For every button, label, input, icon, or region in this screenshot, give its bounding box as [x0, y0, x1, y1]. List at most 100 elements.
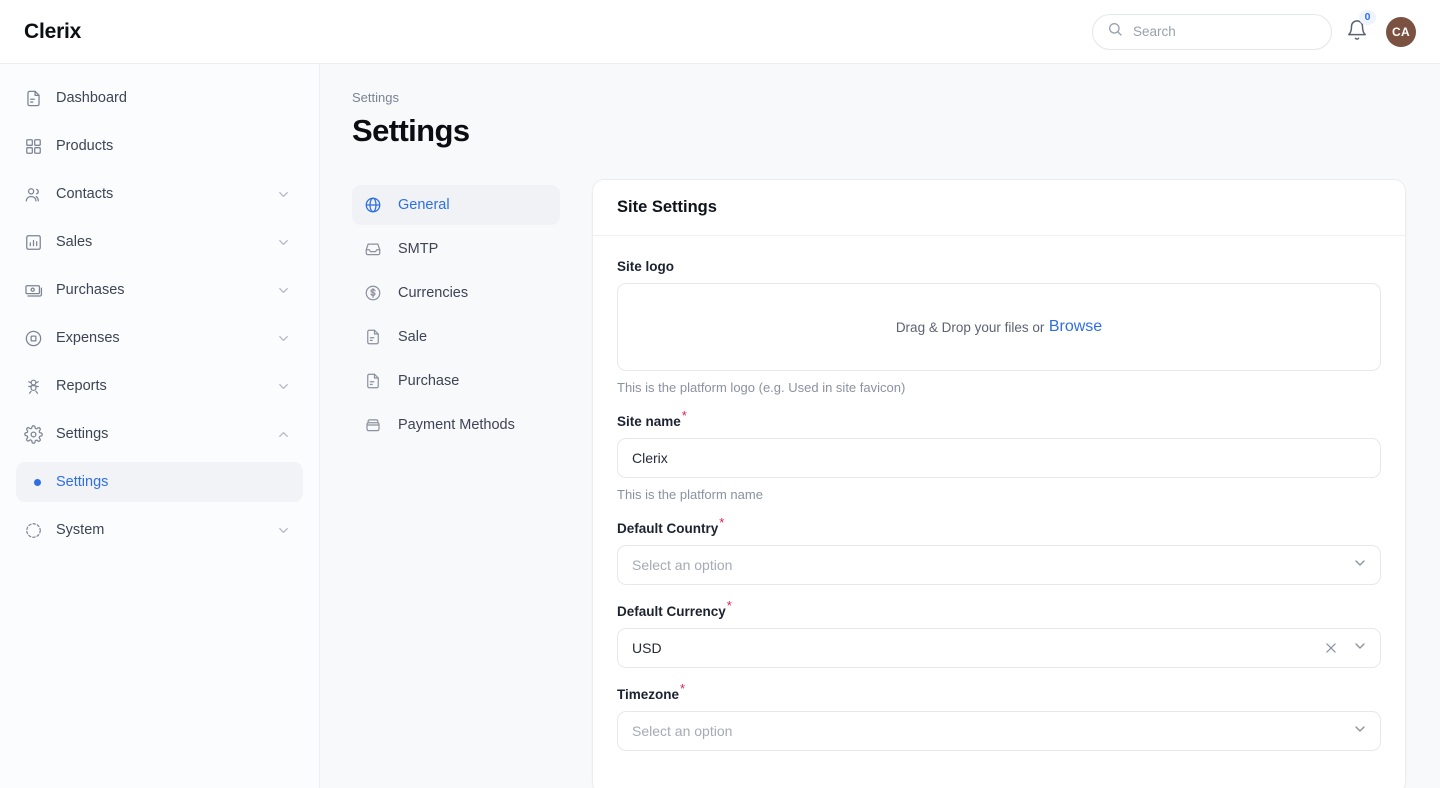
sidebar-item-label: Expenses	[56, 330, 120, 346]
site-settings-card: Site Settings Site logo Drag & Drop your…	[592, 179, 1406, 788]
sidebar-subitem-settings[interactable]: Settings	[16, 462, 303, 502]
document-icon	[364, 328, 388, 346]
site-logo-field: Site logo Drag & Drop your files or Brow…	[617, 258, 1381, 395]
sidebar-item-dashboard[interactable]: Dashboard	[16, 78, 303, 118]
settings-content: General SMTP Currencies Sale Purchase Pa…	[352, 179, 1406, 788]
sidebar-item-label: Contacts	[56, 186, 114, 202]
chevron-down-icon[interactable]	[1352, 555, 1368, 576]
chevron-down-icon[interactable]	[1352, 721, 1368, 742]
site-name-field: Site name* This is the platform name	[617, 409, 1381, 502]
chevron-down-icon[interactable]	[276, 379, 291, 394]
chevron-up-icon[interactable]	[276, 427, 291, 442]
sidebar-item-label: Products	[56, 138, 114, 154]
sidebar-subitem-label: Settings	[56, 474, 109, 490]
timezone-select[interactable]: Select an option	[617, 711, 1381, 751]
required-marker: *	[726, 597, 732, 613]
wallet-icon	[364, 416, 388, 434]
document-icon	[364, 372, 388, 390]
browse-link[interactable]: Browse	[1049, 318, 1102, 336]
avatar[interactable]: CA	[1386, 16, 1416, 47]
timezone-field: Timezone* Select an option	[617, 682, 1381, 751]
sidebar-item-label: Reports	[56, 378, 107, 394]
chevron-down-icon[interactable]	[276, 331, 291, 346]
sidebar-item-label: Sales	[56, 234, 93, 250]
banknote-icon	[24, 281, 50, 300]
tab-smtp[interactable]: SMTP	[352, 229, 560, 269]
default-country-label: Default Country	[617, 521, 719, 536]
required-marker: *	[681, 407, 687, 423]
card-body: Site logo Drag & Drop your files or Brow…	[593, 236, 1405, 788]
settings-tab-list: General SMTP Currencies Sale Purchase Pa…	[352, 179, 560, 449]
default-country-select[interactable]: Select an option	[617, 545, 1381, 585]
notification-badge: 0	[1359, 9, 1376, 25]
sidebar-item-label: Settings	[56, 426, 109, 442]
site-logo-dropzone[interactable]: Drag & Drop your files or Browse	[617, 283, 1381, 371]
site-name-input[interactable]	[617, 438, 1381, 478]
search-box[interactable]	[1092, 13, 1332, 50]
site-name-helper: This is the platform name	[617, 487, 763, 502]
sidebar-item-reports[interactable]: Reports	[16, 366, 303, 406]
dollar-circle-icon	[364, 284, 388, 302]
flask-icon	[24, 377, 50, 396]
tab-purchase[interactable]: Purchase	[352, 361, 560, 401]
app-logo[interactable]: Clerix	[24, 20, 81, 44]
default-country-placeholder: Select an option	[632, 557, 733, 573]
users-icon	[24, 185, 50, 204]
sidebar-item-label: Dashboard	[56, 90, 127, 106]
default-country-field: Default Country* Select an option	[617, 516, 1381, 585]
default-currency-field: Default Currency* USD	[617, 599, 1381, 668]
card-title: Site Settings	[617, 198, 717, 216]
gear-icon	[24, 424, 50, 444]
card-header: Site Settings	[593, 180, 1405, 236]
site-logo-helper: This is the platform logo (e.g. Used in …	[617, 380, 906, 395]
tab-label: General	[398, 197, 450, 213]
system-icon	[24, 521, 50, 540]
tab-label: SMTP	[398, 241, 439, 257]
body-split: Dashboard Products Contacts Sales Purcha…	[0, 64, 1440, 788]
search-input[interactable]	[1133, 24, 1317, 39]
notifications-button[interactable]: 0	[1346, 9, 1376, 45]
chevron-down-icon[interactable]	[276, 523, 291, 538]
tab-currencies[interactable]: Currencies	[352, 273, 560, 313]
sidebar-item-products[interactable]: Products	[16, 126, 303, 166]
breadcrumb: Settings	[352, 90, 399, 105]
tab-sale[interactable]: Sale	[352, 317, 560, 357]
default-currency-select[interactable]: USD	[617, 628, 1381, 668]
site-logo-label: Site logo	[617, 259, 674, 274]
chevron-down-icon[interactable]	[276, 283, 291, 298]
tab-label: Sale	[398, 329, 428, 345]
tab-payment-methods[interactable]: Payment Methods	[352, 405, 560, 445]
sidebar-item-label: Purchases	[56, 282, 125, 298]
required-marker: *	[680, 680, 686, 696]
sidebar-item-contacts[interactable]: Contacts	[16, 174, 303, 214]
active-dot-icon	[24, 478, 50, 486]
bar-chart-icon	[24, 233, 50, 252]
top-header: Clerix 0 CA	[0, 0, 1440, 64]
search-icon	[1107, 21, 1123, 42]
chevron-down-icon[interactable]	[276, 235, 291, 250]
default-currency-label: Default Currency	[617, 604, 726, 619]
sidebar-item-expenses[interactable]: Expenses	[16, 318, 303, 358]
grid-icon	[24, 137, 50, 156]
timezone-placeholder: Select an option	[632, 723, 733, 739]
tab-label: Payment Methods	[398, 417, 515, 433]
site-name-label: Site name	[617, 414, 681, 429]
tab-label: Purchase	[398, 373, 460, 389]
sidebar-item-label: System	[56, 522, 105, 538]
tab-label: Currencies	[398, 285, 469, 301]
default-currency-value: USD	[632, 640, 662, 656]
tab-general[interactable]: General	[352, 185, 560, 225]
inbox-icon	[364, 240, 388, 258]
chevron-down-icon[interactable]	[276, 187, 291, 202]
sidebar-nav: Dashboard Products Contacts Sales Purcha…	[0, 64, 320, 788]
sidebar-item-system[interactable]: System	[16, 510, 303, 550]
page-title: Settings	[352, 113, 470, 148]
circle-dot-icon	[24, 329, 50, 348]
clear-icon[interactable]	[1324, 641, 1338, 655]
chevron-down-icon[interactable]	[1352, 638, 1368, 659]
sidebar-item-sales[interactable]: Sales	[16, 222, 303, 262]
timezone-label: Timezone	[617, 687, 680, 702]
sidebar-item-purchases[interactable]: Purchases	[16, 270, 303, 310]
sidebar-item-settings[interactable]: Settings	[16, 414, 303, 454]
required-marker: *	[719, 514, 725, 530]
